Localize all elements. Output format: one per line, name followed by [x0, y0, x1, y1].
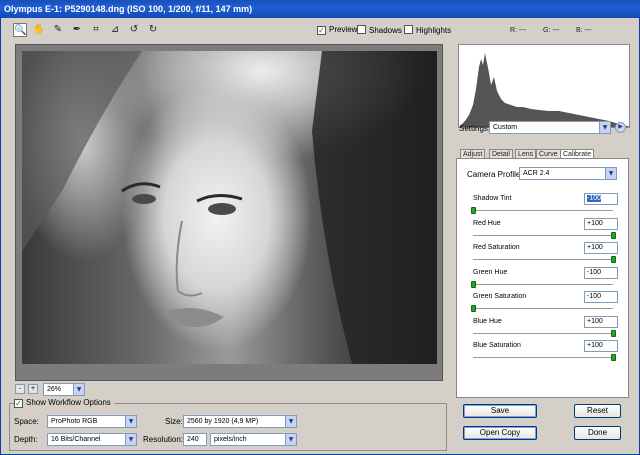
preview-checkbox[interactable]: ✓ Preview	[317, 25, 357, 35]
green-hue-input[interactable]: -100	[584, 266, 618, 279]
shadow-tint-slider-track[interactable]	[473, 210, 613, 211]
show-workflow-checkbox[interactable]: ✓ Show Workflow Options	[14, 398, 114, 408]
space-select[interactable]: ProPhoto RGB ▼	[47, 415, 137, 428]
shadows-checkbox[interactable]: Shadows	[357, 25, 402, 36]
camera-profile-select[interactable]: ACR 2.4 ▼	[519, 167, 617, 180]
red-saturation-slider-track[interactable]	[473, 259, 613, 260]
zoom-tool-icon[interactable]: 🔍	[13, 23, 27, 37]
depth-select[interactable]: 16 Bits/Channel ▼	[47, 433, 137, 446]
check-icon: ✓	[317, 26, 326, 35]
check-icon: ✓	[14, 399, 23, 408]
green-hue-label: Green Hue	[473, 268, 508, 276]
portrait-shading	[22, 51, 437, 364]
histogram	[458, 44, 630, 128]
workflow-options: ✓ Show Workflow Options Space: ProPhoto R…	[9, 398, 447, 451]
green-hue-slider-thumb[interactable]	[471, 280, 476, 288]
chevron-down-icon: ▼	[73, 384, 84, 395]
red-saturation-input[interactable]: +100	[584, 242, 618, 254]
blue-saturation-input[interactable]: +100	[584, 340, 618, 352]
settings-menu-icon[interactable]: ▶	[615, 122, 626, 133]
chevron-down-icon: ▼	[285, 434, 296, 445]
zoom-level-select[interactable]: 26% ▼	[43, 383, 85, 396]
blue-hue-slider-track[interactable]	[473, 332, 613, 334]
blue-saturation-slider-track[interactable]	[473, 357, 613, 358]
shadow-tint-input[interactable]: -100	[584, 193, 618, 205]
blue-hue-slider-thumb[interactable]	[611, 329, 616, 337]
red-hue-slider-thumb[interactable]	[611, 231, 616, 239]
shadow-tint-slider-thumb[interactable]	[471, 207, 476, 214]
red-saturation-label: Red Saturation	[473, 244, 520, 251]
straighten-tool-icon[interactable]: ⊿	[108, 23, 122, 37]
depth-label: Depth:	[14, 435, 38, 444]
color-sampler-tool-icon[interactable]: ✒	[70, 23, 84, 37]
hand-tool-icon[interactable]: ✋	[32, 23, 46, 37]
resolution-input[interactable]: 240	[183, 433, 207, 446]
done-button[interactable]: Done	[574, 426, 621, 440]
space-label: Space:	[14, 417, 39, 426]
red-hue-input[interactable]: +100	[584, 217, 618, 230]
resolution-label: Resolution:	[143, 435, 184, 444]
green-saturation-slider-thumb[interactable]	[471, 305, 476, 312]
blue-saturation-label: Blue Saturation	[473, 342, 521, 349]
save-button[interactable]: Save	[463, 404, 537, 418]
portrait-photo	[22, 51, 437, 364]
red-saturation-slider-thumb[interactable]	[611, 256, 616, 263]
crop-tool-icon[interactable]: ⌗	[89, 23, 103, 37]
open-copy-button[interactable]: Open Copy	[463, 426, 537, 440]
settings-label: Settings:	[459, 124, 491, 133]
blue-hue-label: Blue Hue	[473, 317, 502, 325]
b-readout: B: ---	[576, 27, 592, 34]
zoom-in-button[interactable]: +	[28, 384, 38, 394]
reset-button[interactable]: Reset	[574, 404, 621, 418]
red-hue-label: Red Hue	[473, 219, 501, 227]
rotate-left-icon[interactable]: ↺	[127, 23, 141, 37]
green-saturation-label: Green Saturation	[473, 293, 527, 300]
white-balance-tool-icon[interactable]: ✎	[51, 23, 65, 37]
size-select[interactable]: 2560 by 1920 (4,9 MP) ▼	[183, 415, 297, 428]
chevron-down-icon: ▼	[125, 434, 136, 445]
green-saturation-slider-track[interactable]	[473, 308, 613, 309]
r-readout: R: ---	[510, 27, 526, 34]
image-preview-area[interactable]	[15, 44, 443, 381]
chevron-down-icon: ▼	[599, 122, 610, 133]
camera-profile-label: Camera Profile:	[467, 170, 523, 179]
green-saturation-input[interactable]: -100	[584, 291, 618, 303]
blue-hue-input[interactable]: +100	[584, 315, 618, 328]
green-hue-slider-track[interactable]	[473, 283, 613, 285]
calibrate-panel: Camera Profile: ACR 2.4 ▼ Shadow Tint -100…	[456, 158, 629, 398]
zoom-out-button[interactable]: -	[15, 384, 25, 394]
chevron-down-icon: ▼	[285, 416, 296, 427]
size-label: Size:	[165, 417, 183, 426]
blue-saturation-slider-thumb[interactable]	[611, 354, 616, 361]
rotate-right-icon[interactable]: ↻	[146, 23, 160, 37]
histogram-graph	[460, 53, 629, 127]
window-title: Olympus E-1: P5290148.dng (ISO 100, 1/20…	[4, 4, 253, 14]
g-readout: G: ---	[543, 27, 560, 34]
zoom-bar: - + 26% ▼	[15, 382, 443, 396]
camera-raw-window: 🔍 ✋ ✎ ✒ ⌗ ⊿ ↺ ↻ ✓ Preview Shadows Highlights R: …	[0, 18, 640, 455]
settings-select[interactable]: Custom ▼	[489, 121, 611, 134]
red-hue-slider-track[interactable]	[473, 234, 613, 236]
title-bar: Olympus E-1: P5290148.dng (ISO 100, 1/20…	[0, 0, 640, 18]
highlights-checkbox[interactable]: Highlights	[404, 25, 451, 36]
resolution-unit-select[interactable]: pixels/inch ▼	[210, 433, 297, 446]
shadow-tint-label: Shadow Tint	[473, 195, 512, 202]
chevron-down-icon: ▼	[125, 416, 136, 427]
chevron-down-icon: ▼	[605, 168, 616, 179]
